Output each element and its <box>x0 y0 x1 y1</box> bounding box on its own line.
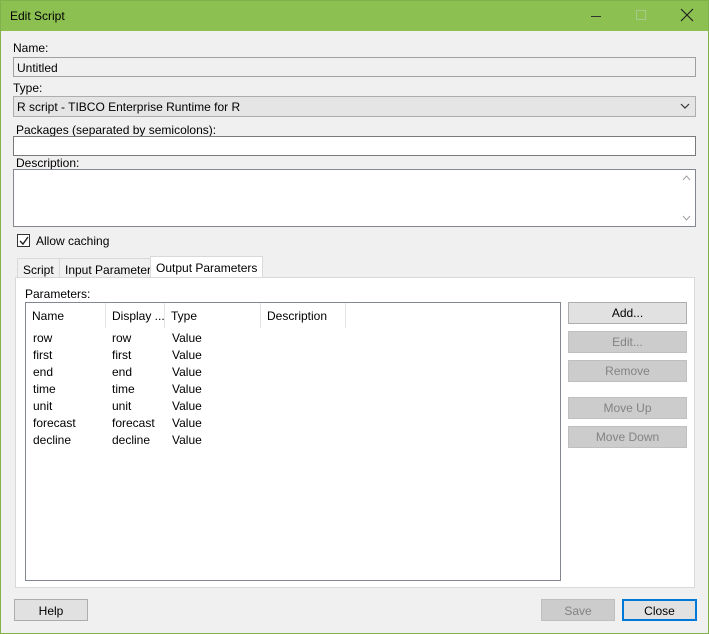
cell-name: unit <box>33 399 53 413</box>
tab-output-parameters[interactable]: Output Parameters <box>150 256 264 278</box>
description-scrollbar[interactable] <box>678 170 695 226</box>
move-down-button[interactable]: Move Down <box>568 426 687 448</box>
cell-name: forecast <box>33 416 76 430</box>
close-button[interactable]: Close <box>622 599 697 621</box>
help-button[interactable]: Help <box>14 599 88 621</box>
cell-name: time <box>33 382 56 396</box>
cell-name: decline <box>33 433 72 447</box>
column-header-description[interactable]: Description <box>261 303 346 328</box>
parameters-list[interactable]: Name Display ... Type Description row row… <box>25 302 561 581</box>
output-parameters-panel: Parameters: Name Display ... Type Descri… <box>15 277 695 588</box>
cell-name: first <box>33 348 53 362</box>
chevron-down-icon <box>680 103 690 109</box>
edit-button[interactable]: Edit... <box>568 331 687 353</box>
save-button[interactable]: Save <box>541 599 615 621</box>
cell-name: row <box>33 331 53 345</box>
name-label: Name: <box>13 41 49 55</box>
packages-label: Packages (separated by semicolons): <box>16 123 217 137</box>
allow-caching-label: Allow caching <box>36 234 110 248</box>
remove-button[interactable]: Remove <box>568 360 687 382</box>
cell-type: Value <box>172 331 202 345</box>
cell-type: Value <box>172 416 202 430</box>
parameters-label: Parameters: <box>25 287 91 301</box>
cell-display-name: first <box>112 348 132 362</box>
title-bar[interactable]: Edit Script <box>1 1 708 31</box>
tab-script[interactable]: Script <box>17 258 60 278</box>
type-label: Type: <box>13 81 43 95</box>
cell-name: end <box>33 365 54 379</box>
close-window-button[interactable] <box>665 1 709 31</box>
description-label: Description: <box>16 156 80 170</box>
window-title: Edit Script <box>10 9 65 23</box>
packages-input[interactable] <box>13 136 696 156</box>
scroll-up-icon[interactable] <box>682 175 691 181</box>
type-select[interactable]: R script - TIBCO Enterprise Runtime for … <box>13 96 696 117</box>
minimize-icon <box>591 16 601 17</box>
name-field[interactable]: Untitled <box>13 57 696 77</box>
cell-type: Value <box>172 348 202 362</box>
type-select-value: R script - TIBCO Enterprise Runtime for … <box>17 100 241 114</box>
close-icon <box>680 8 694 22</box>
minimize-button[interactable] <box>573 1 619 31</box>
maximize-button <box>619 1 665 31</box>
cell-display-name: end <box>112 365 133 379</box>
checkmark-icon <box>19 236 29 246</box>
cell-type: Value <box>172 382 202 396</box>
cell-display-name: time <box>112 382 135 396</box>
cell-display-name: forecast <box>112 416 155 430</box>
cell-type: Value <box>172 433 202 447</box>
add-button[interactable]: Add... <box>568 302 687 324</box>
column-header-display-name[interactable]: Display ... <box>106 303 165 328</box>
column-header-name[interactable]: Name <box>26 303 106 328</box>
cell-display-name: row <box>112 331 132 345</box>
allow-caching-checkbox[interactable] <box>17 234 30 247</box>
move-up-button[interactable]: Move Up <box>568 397 687 419</box>
description-textarea[interactable] <box>13 169 696 227</box>
cell-display-name: decline <box>112 433 151 447</box>
cell-type: Value <box>172 399 202 413</box>
edit-script-dialog: Edit Script Name: Untitled Type: R scrip… <box>0 0 709 634</box>
tab-input-parameters[interactable]: Input Parameters <box>59 258 164 278</box>
cell-type: Value <box>172 365 202 379</box>
cell-display-name: unit <box>112 399 132 413</box>
column-header-type[interactable]: Type <box>165 303 261 328</box>
maximize-icon <box>636 10 646 20</box>
scroll-down-icon[interactable] <box>682 215 691 221</box>
